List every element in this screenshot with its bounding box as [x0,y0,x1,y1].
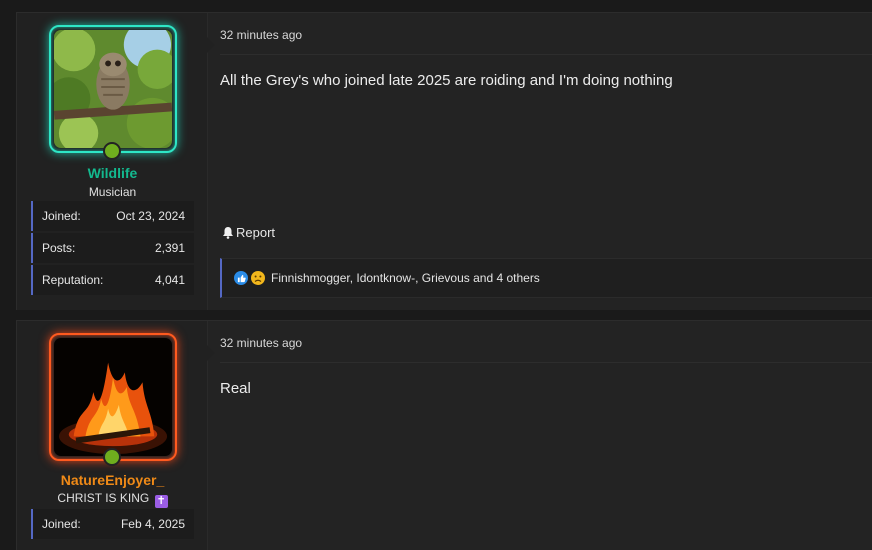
user-info-panel: NatureEnjoyer_ CHRIST IS KING ✝ Joined: … [17,321,215,550]
divider [220,362,872,363]
stat-joined: Joined: Feb 4, 2025 [31,509,194,539]
stat-label: Joined: [42,209,81,223]
user-title-text: CHRIST IS KING [57,491,150,505]
post-content: 32 minutes ago All the Grey's who joined… [208,13,872,310]
stat-joined: Joined: Oct 23, 2024 [31,201,194,231]
report-button[interactable]: Report [222,225,275,240]
stat-label: Joined: [42,517,81,531]
reactions-bar[interactable]: Finnishmogger, Idontknow-, Grievous and … [220,258,872,298]
user-title: CHRIST IS KING ✝ [17,491,208,508]
reactions-list[interactable]: Finnishmogger, Idontknow-, Grievous and … [271,271,540,285]
username[interactable]: NatureEnjoyer_ [17,472,208,488]
divider [220,54,872,55]
stat-value: Feb 4, 2025 [120,517,185,531]
online-dot-icon [103,448,121,466]
stat-posts: Posts: 2,391 [31,233,194,263]
username[interactable]: Wildlife [17,165,208,181]
post: NatureEnjoyer_ CHRIST IS KING ✝ Joined: … [16,320,872,550]
post-content: 32 minutes ago Real [208,321,872,550]
avatar[interactable] [49,333,177,461]
post-message: Real [220,380,251,397]
owl-avatar-image [54,30,172,148]
thumbs-up-icon [234,271,248,285]
user-title: Musician [88,185,137,199]
stat-reputation: Reputation: 4,041 [31,265,194,295]
post-timestamp[interactable]: 32 minutes ago [220,336,302,350]
campfire-avatar-image [54,338,172,456]
stat-value: Oct 23, 2024 [116,209,185,223]
online-dot-icon [103,142,121,160]
post: Wildlife Musician Joined: Oct 23, 2024 P… [16,12,872,310]
bell-icon [223,227,233,239]
post-timestamp[interactable]: 32 minutes ago [220,28,302,42]
latin-cross-icon: ✝ [154,495,168,508]
user-info-panel: Wildlife Musician Joined: Oct 23, 2024 P… [17,13,215,310]
stat-value: 4,041 [154,273,185,287]
stat-label: Reputation: [42,273,104,287]
post-message: All the Grey's who joined late 2025 are … [220,72,673,89]
avatar[interactable] [49,25,177,153]
sad-face-icon [251,271,265,285]
stat-label: Posts: [42,241,76,255]
stat-value: 2,391 [154,241,185,255]
report-label: Report [236,225,276,240]
